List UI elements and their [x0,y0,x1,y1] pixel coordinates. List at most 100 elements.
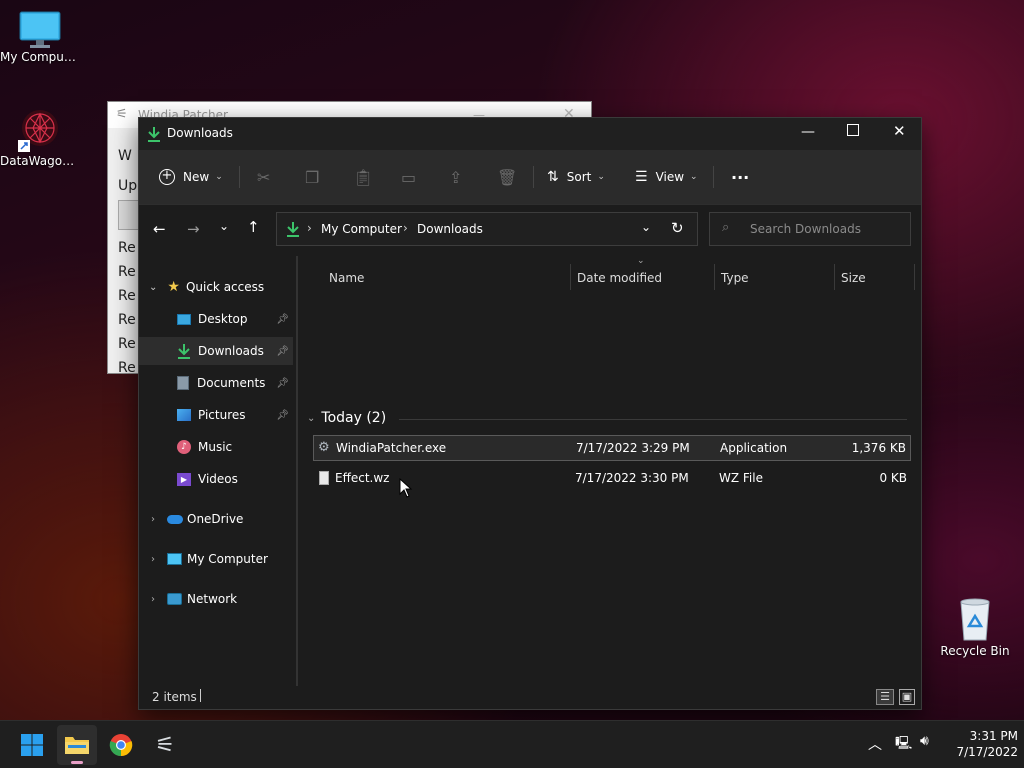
nav-item-documents[interactable]: Documents 📌︎ [139,369,293,397]
file-name: WindiaPatcher.exe [336,441,447,455]
column-header-type[interactable]: Type [721,264,749,292]
column-header-name[interactable]: Name [329,264,364,292]
forward-arrow-icon[interactable]: → [187,220,200,238]
desktop-icon-datawagon[interactable]: DataWagon... [0,106,80,168]
view-list-icon: ☰ [635,169,648,185]
chevron-right-icon: › [151,513,155,525]
copy-button[interactable]: ❐ [305,150,319,204]
nav-item-music[interactable]: ♪ Music [139,433,293,461]
clipboard-icon: 📋︎ [353,167,374,187]
nav-item-network[interactable]: › Network [139,585,293,613]
plus-circle-icon: + [159,169,175,185]
music-icon: ♪ [177,440,191,454]
nav-item-desktop[interactable]: Desktop 📌︎ [139,305,293,333]
desktop-icon-recycle-bin[interactable]: Recycle Bin [935,596,1015,658]
paste-button[interactable]: 📋︎ [353,150,373,204]
explorer-titlebar[interactable]: Downloads — ✕ [139,118,921,150]
nav-quick-access[interactable]: ⌄ ★ Quick access [139,273,293,301]
column-divider[interactable] [834,264,835,290]
close-button[interactable]: ✕ [893,122,906,140]
mouse-cursor-icon [399,478,413,498]
start-button[interactable] [12,725,52,765]
download-arrow-icon [178,344,190,359]
more-options-button[interactable]: ··· [731,150,749,204]
videos-icon: ▶ [177,472,191,486]
pin-icon[interactable]: 📌︎ [276,410,289,421]
nav-label: Music [198,440,233,454]
nav-label: My Computer [187,552,268,566]
column-label: Type [721,271,749,285]
desktop-icon-my-computer[interactable]: My Computer [0,10,80,64]
rename-button[interactable]: ▭ [401,150,416,204]
back-arrow-icon[interactable]: ← [153,220,166,238]
network-status-icon[interactable]: 🖳︎ [895,734,912,756]
download-arrow-icon [287,222,299,237]
nav-item-pictures[interactable]: Pictures 📌︎ [139,401,293,429]
download-arrow-icon [148,127,160,142]
maximize-button[interactable] [847,124,859,136]
pictures-icon [177,409,191,421]
tiles-view-icon[interactable]: ▣ [899,689,915,705]
pin-icon[interactable]: 📌︎ [276,378,289,389]
pin-icon[interactable]: 📌︎ [276,314,289,325]
patcher-text: Re [118,288,136,304]
file-list-pane: Name Date modified ⌄ Type Size ⌄ Today (… [299,256,921,686]
file-size: 0 KB [879,471,907,485]
details-view-icon[interactable]: ☰ [876,689,894,705]
column-divider[interactable] [570,264,571,290]
file-explorer-window[interactable]: Downloads — ✕ + New ⌄ ✂ ❐ 📋︎ ▭ ⇪ 🗑︎ ⇅ So… [138,117,922,710]
column-header-date[interactable]: Date modified [577,264,662,292]
search-box[interactable]: ⌕ Search Downloads [709,212,911,246]
sort-button[interactable]: ⇅ Sort ⌄ [547,150,605,204]
blank-file-icon [319,471,329,485]
patcher-text: Re [118,240,136,256]
nav-item-my-computer[interactable]: › My Computer [139,545,293,573]
delete-button[interactable]: 🗑︎ [497,150,517,204]
share-button[interactable]: ⇪ [449,150,462,204]
group-header-today[interactable]: ⌄ Today (2) [307,410,386,426]
item-count: 2 items [152,690,197,704]
chevron-down-icon: ⌄ [149,281,158,293]
view-label: View [655,170,685,184]
taskbar-chrome[interactable] [101,725,141,765]
address-history-chevron-icon[interactable]: ⌄ [641,220,651,234]
taskbar-clock[interactable]: 3:31 PM 7/17/2022 [942,728,1018,760]
nav-label: Quick access [185,280,265,294]
patcher-text: Re [118,360,136,376]
column-divider[interactable] [914,264,915,290]
pin-icon[interactable]: 📌︎ [276,346,289,357]
cut-button[interactable]: ✂ [257,150,270,204]
volume-icon[interactable]: 🔊︎ [920,733,929,749]
nav-label: Documents [197,376,266,390]
minimize-button[interactable]: — [801,124,815,140]
up-arrow-icon[interactable]: ↑ [247,218,260,236]
taskbar-file-explorer[interactable] [57,725,97,765]
taskbar-windia-patcher[interactable]: ⚟ [145,725,185,765]
address-bar[interactable]: › My Computer › Downloads ⌄ ↻ [276,212,698,246]
rename-icon: ▭ [401,167,417,187]
new-button[interactable]: + New ⌄ [159,150,223,204]
breadcrumb-my-computer[interactable]: My Computer [321,222,402,236]
nav-item-onedrive[interactable]: › OneDrive [139,505,293,533]
column-header-size[interactable]: Size [841,264,866,292]
nav-item-videos[interactable]: ▶ Videos [139,465,293,493]
file-date: 7/17/2022 3:30 PM [575,471,689,485]
monitor-icon [19,11,61,48]
view-button[interactable]: ☰ View ⌄ [635,150,698,204]
refresh-icon[interactable]: ↻ [671,219,684,237]
desktop-folder-icon [177,313,191,325]
clock-time: 3:31 PM [969,729,1018,743]
breadcrumb-downloads[interactable]: Downloads [417,222,483,236]
nav-pane-divider[interactable] [296,256,298,686]
copy-icon: ❐ [305,167,320,187]
nav-item-downloads[interactable]: Downloads 📌︎ [139,337,293,365]
tray-overflow-chevron-icon[interactable]: ︿ [868,734,882,754]
document-icon [177,376,189,390]
sort-label: Sort [566,170,592,184]
datawagon-logo-icon [18,110,58,152]
column-divider[interactable] [714,264,715,290]
recent-chevron-icon[interactable]: ⌄ [219,219,229,233]
group-divider [399,419,907,420]
breadcrumb-separator: › [403,221,408,235]
file-row[interactable]: ⚙ WindiaPatcher.exe 7/17/2022 3:29 PM Ap… [313,435,911,461]
